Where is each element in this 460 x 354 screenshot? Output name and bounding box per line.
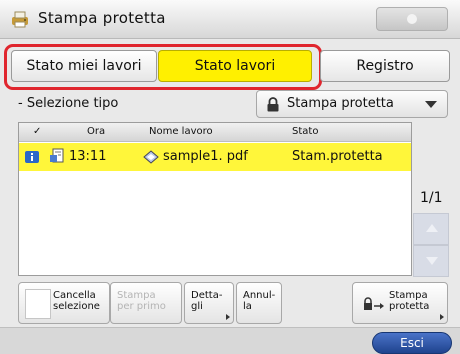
secure-print-label: Stampa protetta <box>389 290 430 312</box>
chevron-down-icon <box>425 101 437 108</box>
tab-jobs-status[interactable]: Stato lavori <box>158 50 312 82</box>
title-bar-button[interactable] <box>376 7 448 31</box>
tab-log[interactable]: Registro <box>320 50 450 82</box>
column-header-check: ✓ <box>33 126 42 137</box>
details-button[interactable]: Detta- gli <box>184 282 234 324</box>
page-up-button[interactable] <box>413 213 449 245</box>
printer-app-icon <box>10 9 30 29</box>
title-bar: Stampa protetta <box>0 0 460 39</box>
cancel-job-label: Annul- la <box>243 290 276 312</box>
print-first-button[interactable]: Stampa per primo <box>110 282 182 324</box>
page-counter: 1/1 <box>420 190 443 206</box>
type-selection-label: - Selezione tipo <box>18 96 119 111</box>
cancel-selection-label: Cancella selezione <box>53 290 100 312</box>
column-header-job-name: Nome lavoro <box>149 126 213 137</box>
lock-icon <box>266 97 280 112</box>
page-down-button[interactable] <box>413 245 449 277</box>
arrow-down-icon <box>426 257 438 265</box>
tab-my-jobs-status[interactable]: Stato miei lavori <box>11 50 157 82</box>
column-header-time: Ora <box>87 126 106 137</box>
checkbox <box>25 289 51 319</box>
info-status-icon <box>25 151 39 163</box>
window-title: Stampa protetta <box>38 9 166 27</box>
submenu-arrow-icon <box>440 314 444 320</box>
print-first-label: Stampa per primo <box>117 290 166 312</box>
job-list: ✓ Ora Nome lavoro Stato 13:11 sample1. p… <box>18 122 412 276</box>
job-state: Stam.protetta <box>292 149 383 164</box>
exit-button[interactable]: Esci <box>372 332 452 354</box>
screen: Stampa protetta Stato miei lavori Stato … <box>0 0 460 354</box>
document-icon <box>49 148 66 165</box>
arrow-up-icon <box>426 224 438 232</box>
table-row[interactable]: 13:11 sample1. pdf Stam.protetta <box>19 143 411 171</box>
secure-print-button[interactable]: Stampa protetta <box>352 282 448 324</box>
job-name: sample1. pdf <box>163 149 248 164</box>
pdf-file-icon <box>142 149 160 165</box>
type-select-dropdown[interactable]: Stampa protetta <box>256 90 448 118</box>
type-select-value: Stampa protetta <box>287 96 394 111</box>
job-time: 13:11 <box>69 149 107 164</box>
column-header-state: Stato <box>292 126 319 137</box>
cancel-job-button[interactable]: Annul- la <box>236 282 282 324</box>
cancel-selection-button[interactable]: Cancella selezione <box>18 282 110 324</box>
secure-print-icon <box>363 297 385 311</box>
submenu-arrow-icon <box>226 314 230 320</box>
details-label: Detta- gli <box>191 290 223 312</box>
job-list-header: ✓ Ora Nome lavoro Stato <box>19 123 411 142</box>
